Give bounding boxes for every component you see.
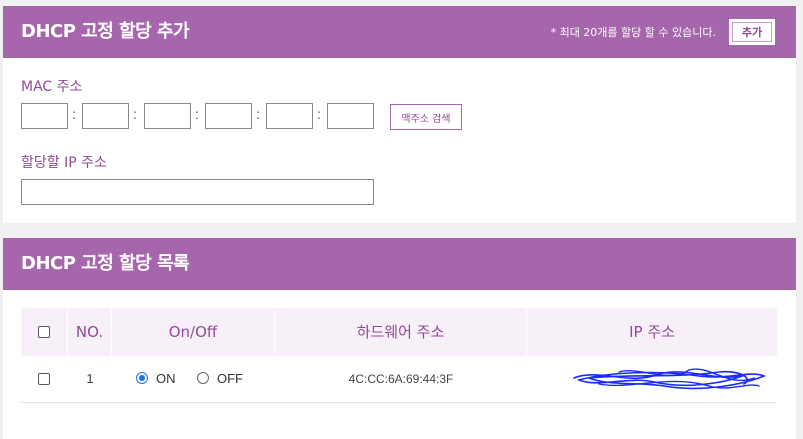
ip-address-label: 할당할 IP 주소	[21, 155, 107, 171]
off-radio[interactable]	[197, 372, 209, 384]
mac-separator: :	[195, 106, 199, 122]
add-button[interactable]: 추가	[729, 19, 775, 45]
mac-search-button[interactable]: 맥주소 검색	[390, 104, 462, 130]
mac-separator: :	[256, 106, 260, 122]
row-ip-address-cell	[527, 356, 777, 402]
select-all-cell	[21, 308, 68, 356]
max-allocation-note: * 최대 20개를 할당 할 수 있습니다.	[550, 26, 716, 39]
off-radio-label[interactable]: OFF	[217, 356, 243, 402]
mac-separator: :	[133, 106, 137, 122]
dhcp-add-title: DHCP 고정 할당 추가	[21, 21, 190, 42]
table-header: NO. On/Off 하드웨어 주소 IP 주소	[21, 308, 777, 356]
row-checkbox[interactable]	[38, 373, 50, 385]
table-row[interactable]: 1 ON OFF 4C:CC:6A:69:44:3F	[21, 356, 777, 403]
dhcp-list-panel: DHCP 고정 할당 목록 NO. On/Off 하드웨어 주소 IP 주소 1…	[3, 238, 796, 439]
dhcp-list-title: DHCP 고정 할당 목록	[21, 253, 190, 274]
dhcp-add-header: DHCP 고정 할당 추가 * 최대 20개를 할당 할 수 있습니다. 추가	[3, 6, 796, 58]
mac-octet-4-input[interactable]	[205, 103, 252, 129]
column-hardware-address: 하드웨어 주소	[275, 308, 527, 356]
column-on-off: On/Off	[112, 308, 275, 356]
dhcp-add-panel: DHCP 고정 할당 추가 * 최대 20개를 할당 할 수 있습니다. 추가 …	[3, 6, 796, 223]
row-on-off-cell: ON OFF	[112, 356, 275, 402]
row-number: 1	[86, 371, 94, 386]
mac-separator: :	[72, 106, 76, 122]
column-no: NO.	[68, 308, 112, 356]
mac-octet-6-input[interactable]	[327, 103, 374, 129]
on-radio[interactable]	[136, 372, 148, 384]
on-radio-label[interactable]: ON	[156, 356, 176, 402]
redaction-scribble	[573, 368, 767, 390]
ip-address-input[interactable]	[21, 179, 374, 205]
mac-address-label: MAC 주소	[21, 79, 83, 95]
mac-separator: :	[317, 106, 321, 122]
mac-octet-3-input[interactable]	[144, 103, 191, 129]
column-ip-address: IP 주소	[629, 323, 675, 341]
mac-octet-1-input[interactable]	[21, 103, 68, 129]
select-all-checkbox[interactable]	[38, 326, 50, 338]
row-select-cell	[21, 356, 68, 402]
dhcp-list-header: DHCP 고정 할당 목록	[3, 238, 796, 290]
row-hardware-address: 4C:CC:6A:69:44:3F	[348, 372, 454, 386]
mac-octet-5-input[interactable]	[266, 103, 313, 129]
mac-octet-2-input[interactable]	[82, 103, 129, 129]
